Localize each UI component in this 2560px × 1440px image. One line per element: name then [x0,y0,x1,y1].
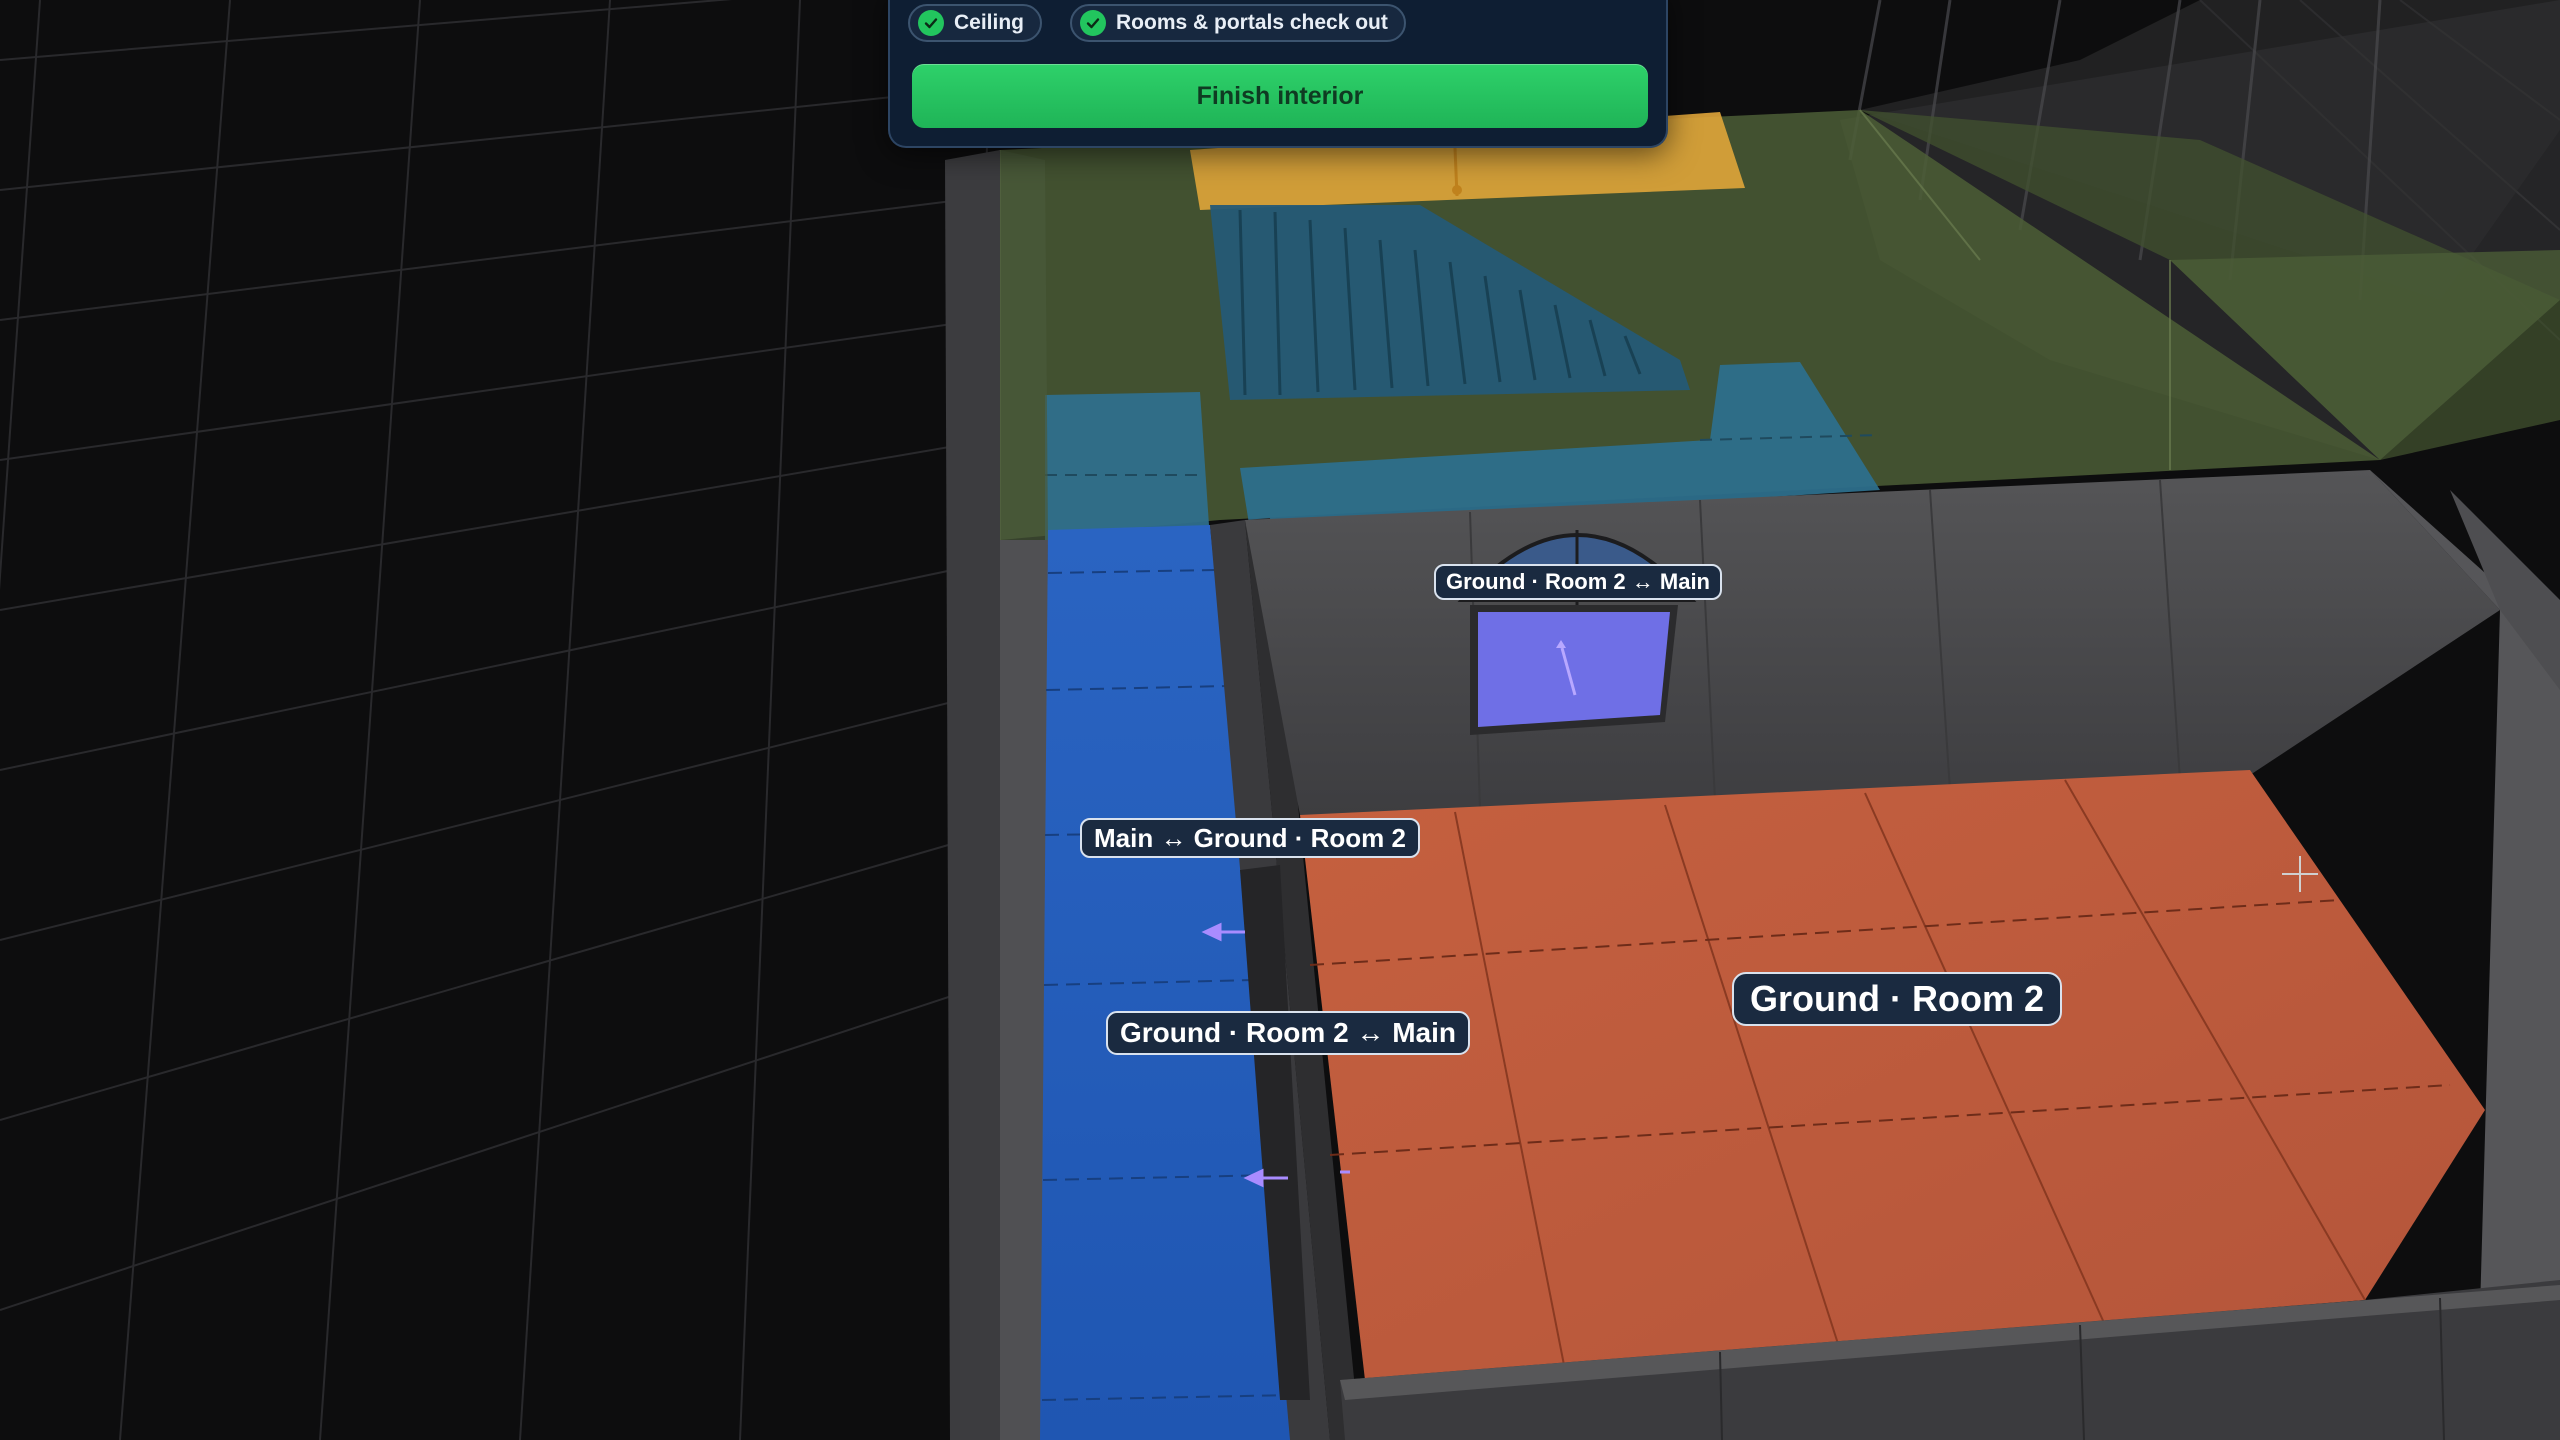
checklist-chip-rooms-portals[interactable]: Rooms & portals check out [1070,4,1406,42]
checklist-chip-label: Rooms & portals check out [1116,11,1388,34]
checklist-chip-label: Ceiling [954,11,1025,34]
portal-label-ground-to-main[interactable]: Ground · Room 2 ↔ Main [1106,1011,1470,1055]
scene-render[interactable] [0,0,2560,1440]
checklist-chip-ceiling[interactable]: Ceiling [908,4,1043,42]
portal-label-upper-window[interactable]: Ground · Room 2 ↔ Main [1434,564,1722,600]
portal-label-main-to-ground[interactable]: Main ↔ Ground · Room 2 [1080,818,1420,858]
room-label-ground-room2[interactable]: Ground · Room 2 [1732,972,2062,1026]
interior-checklist-panel: Ceiling Rooms & portals check out Finish… [888,0,1668,148]
check-icon [918,10,944,36]
crosshair-cursor-icon [2282,856,2318,892]
corridor-left-wall [945,150,1048,1440]
3d-viewport[interactable]: Ground · Room 2 ↔ Main Main ↔ Ground · R… [0,0,2560,1440]
stair-landing-marker [1452,185,1462,195]
finish-interior-button[interactable]: Finish interior [912,64,1648,128]
check-icon [1080,10,1106,36]
